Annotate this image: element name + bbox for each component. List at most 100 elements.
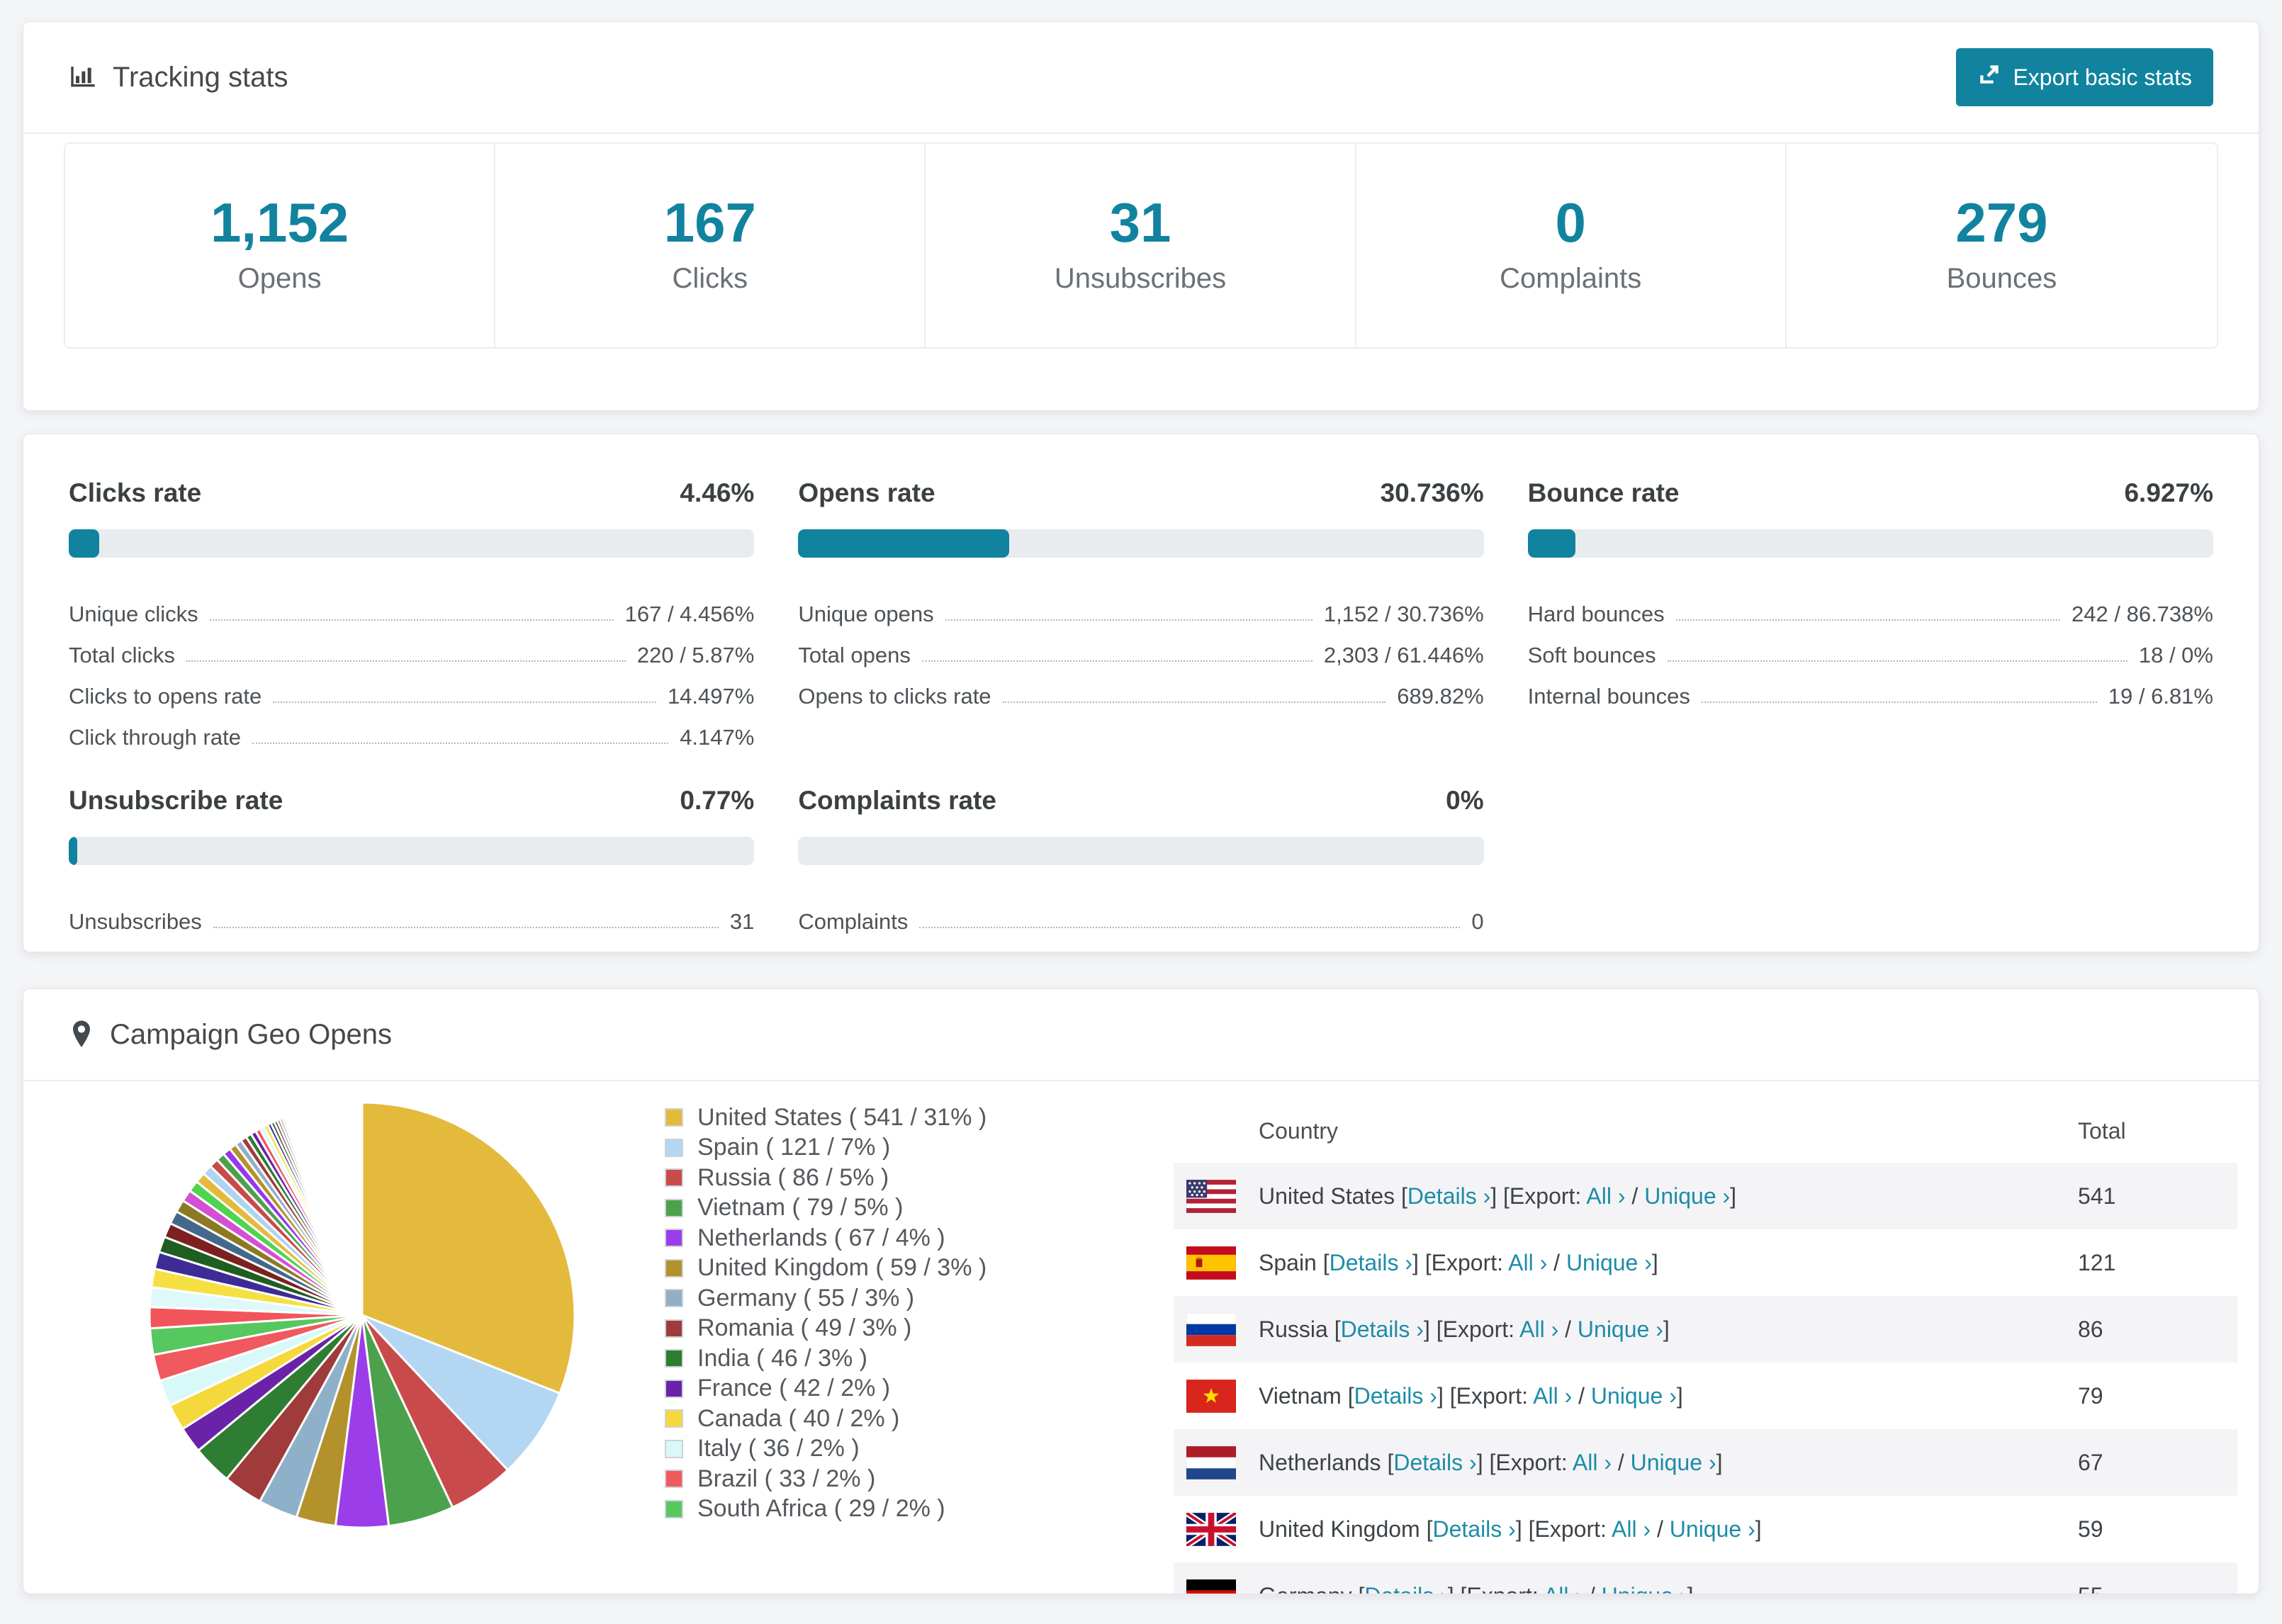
country-flag-cell	[1174, 1445, 1259, 1479]
campaign-geo-opens-card: Campaign Geo Opens United States ( 541 /…	[23, 988, 2259, 1594]
slash: /	[1611, 1449, 1631, 1475]
bracket: [	[1347, 1382, 1354, 1409]
bracket: [	[1401, 1183, 1407, 1209]
rate-detail-row: Complaints 0	[798, 893, 1483, 935]
legend-item: Brazil ( 33 / 2% )	[665, 1464, 987, 1494]
stat-card: 1,152 Opens	[65, 144, 496, 347]
export-all-link[interactable]: All ›	[1573, 1450, 1612, 1475]
rate-percent-value: 30.736%	[1380, 478, 1484, 507]
stat-value: 0	[1555, 191, 1586, 254]
stat-label: Opens	[237, 263, 322, 294]
us-flag-icon	[1186, 1179, 1236, 1213]
export-all-link[interactable]: All ›	[1586, 1183, 1625, 1209]
rate-detail-row: Hard bounces 242 / 86.738%	[1528, 586, 2213, 627]
rate-section-header: Bounce rate 6.927%	[1528, 478, 2213, 508]
slash: /	[1651, 1516, 1670, 1542]
country-name: Vietnam	[1259, 1382, 1348, 1409]
legend-item: Vietnam ( 79 / 5% )	[665, 1193, 987, 1224]
legend-item: Russia ( 86 / 5% )	[665, 1163, 987, 1193]
legend-swatch	[665, 1409, 683, 1428]
export-unique-link[interactable]: Unique ›	[1644, 1183, 1730, 1209]
geo-column-total: Total	[2078, 1117, 2126, 1144]
export-all-link[interactable]: All ›	[1508, 1250, 1547, 1275]
rate-detail-label: Hard bounces	[1527, 602, 1665, 626]
legend-item: Spain ( 121 / 7% )	[665, 1133, 987, 1163]
dotted-leader	[945, 619, 1313, 621]
dotted-leader	[252, 743, 669, 744]
rate-detail-row: Soft bounces 18 / 0%	[1528, 627, 2213, 668]
details-link[interactable]: Details ›	[1341, 1316, 1424, 1342]
slash: /	[1625, 1183, 1645, 1209]
stat-card: 0 Complaints	[1356, 144, 1787, 347]
stat-label: Complaints	[1500, 263, 1642, 294]
tracking-stats-header: Tracking stats Export basic stats	[23, 22, 2259, 134]
export-unique-link[interactable]: Unique ›	[1578, 1316, 1663, 1342]
details-link[interactable]: Details ›	[1364, 1583, 1447, 1594]
gb-flag-icon	[1186, 1512, 1236, 1546]
rate-progress-track	[1527, 529, 2213, 558]
rate-detail-value: 2,303 / 61.446%	[1323, 643, 1484, 667]
rate-section-header: Unsubscribe rate 0.77%	[69, 786, 754, 816]
country-name: United Kingdom	[1259, 1516, 1427, 1542]
details-link[interactable]: Details ›	[1407, 1183, 1490, 1209]
vn-flag-icon	[1186, 1379, 1236, 1413]
rate-progress-fill	[69, 529, 100, 558]
country-name: Russia	[1259, 1316, 1334, 1342]
rate-detail-label: Unique opens	[798, 602, 934, 626]
legend-label: South Africa ( 29 / 2% )	[697, 1495, 945, 1523]
country-total: 86	[2078, 1316, 2103, 1342]
dotted-leader	[1002, 701, 1386, 703]
country-cell: Vietnam [Details ›] [Export: All › / Uni…	[1259, 1383, 2078, 1409]
legend-swatch	[665, 1439, 683, 1458]
country-total: 67	[2078, 1449, 2103, 1475]
rate-progress-track	[798, 837, 1484, 865]
rate-detail-value: 19 / 6.81%	[2108, 684, 2213, 709]
export-basic-stats-button[interactable]: Export basic stats	[1956, 48, 2213, 106]
country-flag-cell	[1174, 1579, 1259, 1594]
export-unique-link[interactable]: Unique ›	[1591, 1383, 1677, 1409]
rate-detail-label: Opens to clicks rate	[798, 684, 991, 709]
bracket: ]	[1687, 1583, 1694, 1594]
export-all-link[interactable]: All ›	[1519, 1316, 1558, 1342]
rate-detail-row: Unique opens 1,152 / 30.736%	[798, 586, 1483, 627]
legend-swatch	[665, 1319, 683, 1338]
bracket: ] [Export:	[1437, 1382, 1534, 1409]
export-all-link[interactable]: All ›	[1612, 1516, 1651, 1542]
country-total: 121	[2078, 1249, 2116, 1275]
details-link[interactable]: Details ›	[1330, 1250, 1412, 1275]
rate-detail-value: 4.147%	[680, 725, 755, 750]
legend-label: Romania ( 49 / 3% )	[697, 1314, 912, 1342]
rate-section-header: Complaints rate 0%	[798, 786, 1483, 816]
de-flag-icon	[1186, 1579, 1236, 1594]
legend-label: Vietnam ( 79 / 5% )	[697, 1194, 904, 1222]
geo-country-table: Country Total United States [Details ›] [E…	[1174, 1099, 2237, 1594]
bracket: ] [Export:	[1448, 1583, 1544, 1594]
stats-strip: 1,152 Opens 167 Clicks 31 Unsubscribes 0 Compla…	[64, 142, 2218, 349]
rate-detail-label: Unique clicks	[69, 602, 198, 626]
export-unique-link[interactable]: Unique ›	[1602, 1583, 1687, 1594]
legend-label: United States ( 541 / 31% )	[697, 1103, 987, 1131]
rate-percent-value: 0.77%	[680, 786, 755, 815]
rate-detail-value: 0	[1471, 909, 1484, 934]
export-unique-link[interactable]: Unique ›	[1670, 1516, 1755, 1542]
rate-section-header: Opens rate 30.736%	[798, 478, 1483, 508]
rate-title: Opens rate	[798, 478, 935, 507]
rate-title: Complaints rate	[798, 786, 996, 815]
legend-label: Netherlands ( 67 / 4% )	[697, 1224, 945, 1251]
dotted-leader	[273, 701, 656, 703]
export-unique-link[interactable]: Unique ›	[1566, 1250, 1652, 1275]
export-all-link[interactable]: All ›	[1544, 1583, 1583, 1594]
details-link[interactable]: Details ›	[1432, 1516, 1515, 1542]
export-all-link[interactable]: All ›	[1533, 1383, 1572, 1409]
geo-card-title: Campaign Geo Opens	[69, 1019, 392, 1051]
bracket: ] [Export:	[1476, 1449, 1573, 1475]
country-name: Spain	[1259, 1249, 1323, 1275]
legend-item: Canada ( 40 / 2% )	[665, 1404, 987, 1434]
legend-swatch	[665, 1168, 683, 1188]
legend-label: Brazil ( 33 / 2% )	[697, 1465, 876, 1492]
nl-flag-icon	[1186, 1445, 1236, 1479]
country-name: Netherlands	[1259, 1449, 1388, 1475]
details-link[interactable]: Details ›	[1393, 1450, 1476, 1475]
export-unique-link[interactable]: Unique ›	[1631, 1450, 1716, 1475]
details-link[interactable]: Details ›	[1354, 1383, 1437, 1409]
